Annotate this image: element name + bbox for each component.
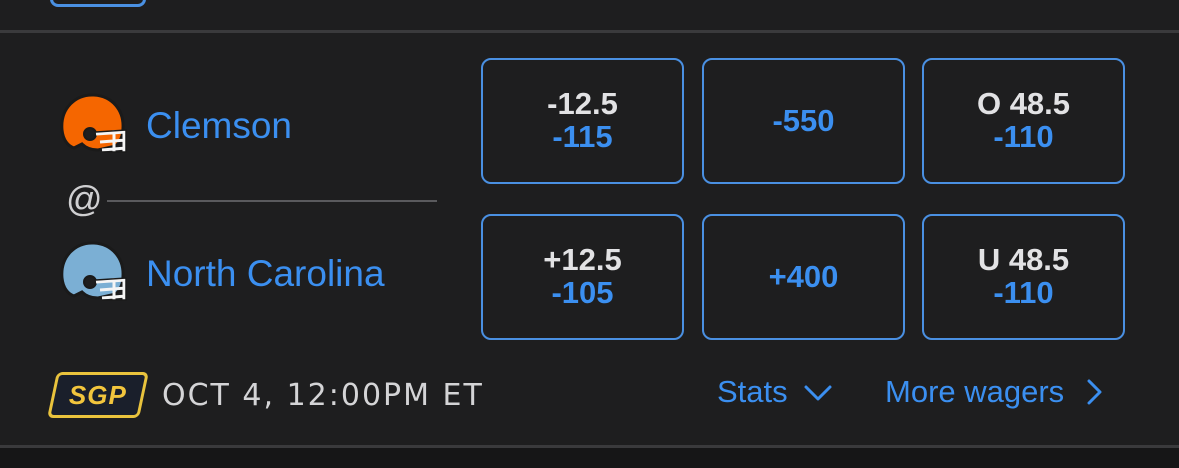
home-moneyline-button[interactable]: -550 — [702, 58, 905, 184]
matchup-separator: @ — [66, 178, 437, 220]
stats-toggle[interactable]: Stats — [717, 374, 834, 410]
more-wagers-link[interactable]: More wagers — [885, 374, 1110, 410]
game-start-time: OCT 4, 12:00PM ET — [162, 377, 484, 413]
sgp-badge[interactable]: SGP — [47, 372, 149, 418]
away-team-row[interactable]: North Carolina — [52, 236, 385, 312]
under-total-line: U 48.5 — [977, 242, 1070, 278]
chevron-right-icon — [1087, 379, 1102, 405]
away-moneyline-button[interactable]: +400 — [702, 214, 905, 340]
away-spread-button[interactable]: +12.5 -105 — [481, 214, 684, 340]
separator-line — [106, 200, 437, 202]
over-total-line: O 48.5 — [976, 86, 1071, 122]
chevron-down-icon — [804, 385, 832, 401]
previous-card-tab — [50, 0, 146, 7]
home-spread-price: -115 — [552, 119, 613, 154]
stats-label: Stats — [717, 374, 788, 409]
more-wagers-label: More wagers — [885, 374, 1065, 409]
away-spread-line: +12.5 — [543, 242, 622, 278]
home-moneyline-price: -550 — [772, 102, 835, 138]
under-total-price: -110 — [993, 275, 1054, 310]
clemson-helmet-icon — [60, 93, 127, 153]
sgp-badge-label: SGP — [69, 379, 127, 410]
card-divider-top — [0, 30, 1179, 33]
game-info: SGP OCT 4, 12:00PM ET — [47, 372, 484, 418]
home-spread-button[interactable]: -12.5 -115 — [481, 58, 684, 184]
north-carolina-helmet-icon — [60, 241, 127, 301]
away-spread-price: -105 — [551, 275, 614, 310]
next-card-strip — [0, 448, 1179, 468]
home-team-name[interactable]: Clemson — [146, 105, 292, 147]
under-total-button[interactable]: U 48.5 -110 — [922, 214, 1125, 340]
away-moneyline-price: +400 — [768, 258, 839, 294]
away-team-name[interactable]: North Carolina — [146, 253, 385, 295]
over-total-price: -110 — [993, 119, 1054, 154]
at-symbol: @ — [66, 178, 103, 219]
home-spread-line: -12.5 — [547, 86, 618, 122]
home-team-row[interactable]: Clemson — [52, 88, 292, 164]
over-total-button[interactable]: O 48.5 -110 — [922, 58, 1125, 184]
